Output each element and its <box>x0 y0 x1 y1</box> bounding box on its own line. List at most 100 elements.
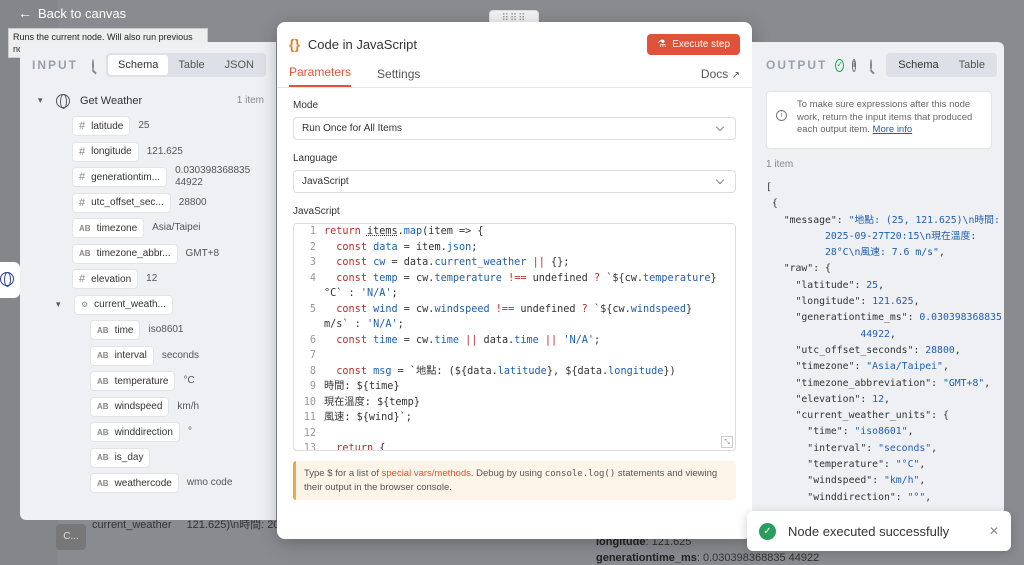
object-type-icon: ⚙ <box>81 300 89 310</box>
output-item-count: 1 item <box>766 159 794 170</box>
string-type-icon: AB <box>97 325 109 335</box>
check-circle-icon: ✓ <box>835 58 845 72</box>
chevron-down-icon[interactable]: ▾ <box>56 299 66 310</box>
search-icon[interactable] <box>92 59 94 71</box>
code-line: 9 時間: ${time} <box>309 381 400 392</box>
language-select[interactable]: JavaScript <box>293 170 736 193</box>
globe-icon <box>0 272 14 287</box>
field-pill[interactable]: # elevation <box>72 269 139 290</box>
field-row: AB timezone_abbr... GMT+8 <box>38 241 276 267</box>
output-info-box: i To make sure expressions after this no… <box>766 91 992 149</box>
field-pill[interactable]: # generationtim... <box>72 167 168 188</box>
tab-settings[interactable]: Settings <box>377 67 420 87</box>
field-pill[interactable]: # latitude <box>72 116 131 137</box>
input-title: INPUT <box>32 58 78 72</box>
mode-select[interactable]: Run Once for All Items <box>293 117 736 140</box>
left-node-tab[interactable] <box>0 262 20 298</box>
field-pill[interactable]: AB temperature <box>90 371 176 392</box>
globe-icon <box>56 93 70 109</box>
field-value: wmo code <box>186 477 233 489</box>
toast-message: Node executed successfully <box>788 523 950 539</box>
field-row: AB weathercode wmo code <box>38 471 276 497</box>
field-value: km/h <box>177 400 200 412</box>
field-pill[interactable]: AB winddirection <box>90 422 180 443</box>
schema-tree: ▾ Get Weather 1 item # latitude 25 # longitu… <box>20 88 276 496</box>
number-type-icon: # <box>79 196 86 209</box>
tab-table[interactable]: Table <box>168 55 214 75</box>
field-pill[interactable]: AB interval <box>90 345 154 366</box>
more-info-link[interactable]: More info <box>873 124 913 135</box>
field-row: # utc_offset_sec... 28800 <box>38 190 276 216</box>
field-row: # longitude 121.625 <box>38 139 276 165</box>
code-editor[interactable]: 1 return items.map(item => { 2 const data… <box>293 223 736 451</box>
tab-schema[interactable]: Schema <box>888 55 949 75</box>
field-value: 28800 <box>178 196 207 208</box>
field-pill[interactable]: # longitude <box>72 141 139 162</box>
code-line: 10 現在溫度: ${temp} <box>303 396 420 408</box>
field-row: AB winddirection ° <box>38 420 276 446</box>
tab-table[interactable]: Table <box>949 55 995 75</box>
external-link-icon: ↗ <box>731 70 740 81</box>
output-panel: OUTPUT ✓ i Schema Table i To make sure e… <box>752 42 1004 520</box>
string-type-icon: AB <box>97 453 109 463</box>
json-output: [ { "message": "地點: (25, 121.625)\n時間: 2… <box>766 182 1002 503</box>
field-row: AB time iso8601 <box>38 318 276 344</box>
field-pill[interactable]: # utc_offset_sec... <box>72 192 171 213</box>
code-line: 7 <box>309 350 316 361</box>
code-line: 3 const cw = data.current_weather || {}; <box>309 257 570 268</box>
field-row: AB windspeed km/h <box>38 394 276 420</box>
code-braces-icon: {} <box>289 36 300 52</box>
number-type-icon: # <box>79 120 86 133</box>
modal-tabs: Parameters Settings Docs ↗ <box>277 65 752 88</box>
field-value: 25 <box>138 120 150 132</box>
special-vars-link[interactable]: special vars/methods <box>382 468 471 479</box>
tab-schema[interactable]: Schema <box>108 55 169 75</box>
hint-box: Type $ for a list of special vars/method… <box>293 461 736 500</box>
number-type-icon: # <box>79 273 86 286</box>
string-type-icon: AB <box>97 478 109 488</box>
info-icon[interactable]: i <box>852 58 857 72</box>
field-value: 0.030398368835 44922 <box>175 165 251 189</box>
field-value: seconds <box>161 349 200 361</box>
field-row: # latitude 25 <box>38 114 276 140</box>
field-pill[interactable]: AB timezone_abbr... <box>72 243 178 264</box>
chevron-down-icon[interactable]: ▾ <box>38 95 48 106</box>
output-title: OUTPUT <box>766 58 828 72</box>
number-type-icon: # <box>79 145 86 158</box>
modal-title[interactable]: Code in JavaScript <box>308 37 417 52</box>
output-view-toggle: Schema Table <box>886 53 997 77</box>
field-row: AB interval seconds <box>38 343 276 369</box>
chevron-down-icon <box>715 122 725 131</box>
expand-editor-icon[interactable]: ⤡ <box>721 436 733 448</box>
bg-node-chip[interactable]: C... <box>56 524 86 550</box>
field-pill[interactable]: ⚙ current_weath... <box>74 294 173 315</box>
node-row[interactable]: ▾ Get Weather 1 item <box>38 88 276 114</box>
node-name: Get Weather <box>80 94 143 107</box>
field-value: Asia/Taipei <box>152 222 201 234</box>
string-type-icon: AB <box>97 402 109 412</box>
back-to-canvas-link[interactable]: ← Back to canvas <box>18 5 126 21</box>
bg-generationtime: generationtime_ms: 0.030398368835 44922 <box>596 552 820 564</box>
field-row: AB temperature °C <box>38 369 276 395</box>
code-line: 13 return { <box>303 443 386 451</box>
parameters-form: Mode Run Once for All Items Language Jav… <box>277 88 752 512</box>
execute-step-button[interactable]: ⚗ Execute step <box>647 33 740 55</box>
field-pill[interactable]: AB time <box>90 320 141 341</box>
field-pill[interactable]: AB weathercode <box>90 473 179 494</box>
group-row[interactable]: ▾ ⚙ current_weath... <box>38 292 276 318</box>
field-pill[interactable]: AB is_day <box>90 447 151 468</box>
tab-parameters[interactable]: Parameters <box>289 65 352 87</box>
close-icon[interactable]: ✕ <box>989 524 999 538</box>
docs-link[interactable]: Docs ↗ <box>701 67 740 87</box>
code-line: 12 <box>303 427 316 439</box>
field-pill[interactable]: AB timezone <box>72 218 145 239</box>
field-value: 12 <box>146 273 158 285</box>
field-pill[interactable]: AB windspeed <box>90 396 170 417</box>
field-value: 121.625 <box>146 145 183 157</box>
field-row: # generationtim... 0.030398368835 44922 <box>38 165 276 191</box>
number-type-icon: # <box>79 171 86 184</box>
field-value: ° <box>187 426 192 438</box>
search-icon[interactable] <box>870 59 873 71</box>
tab-json[interactable]: JSON <box>215 55 264 75</box>
code-line: 1 return items.map(item => { <box>309 226 484 237</box>
